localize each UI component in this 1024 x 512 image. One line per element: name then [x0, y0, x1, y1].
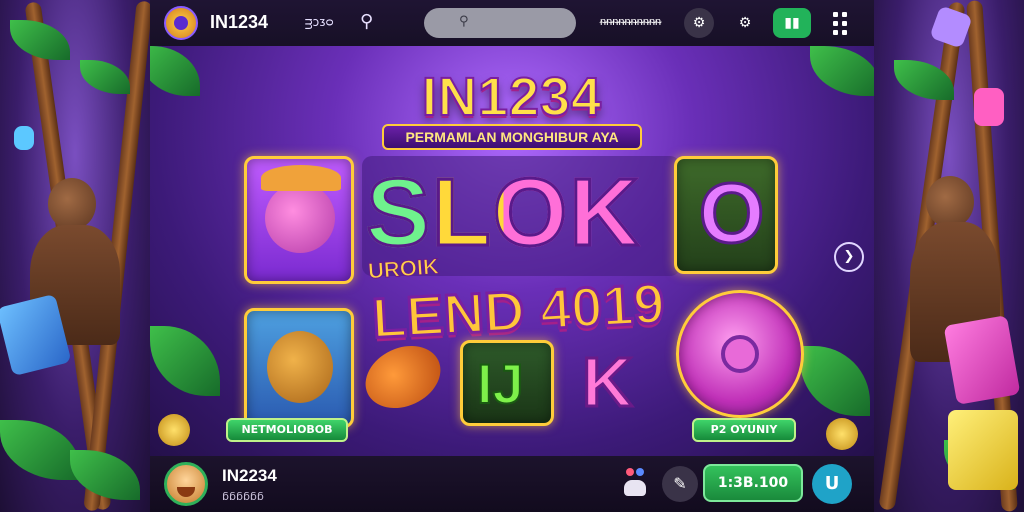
- next-arrow-icon[interactable]: ❯: [834, 242, 864, 272]
- game-stage: IN1234 PERMAMLAN MONGHIBUR AYA SLOK O UR…: [150, 46, 874, 456]
- search-icon: ⚲: [459, 14, 469, 29]
- logo-icon[interactable]: [164, 6, 198, 40]
- left-symbol-label: NETMOLIOBOB: [226, 418, 348, 442]
- right-decor-panel: [874, 0, 1024, 512]
- small-gem-icon: [14, 126, 34, 150]
- brand-name: IN1234: [210, 12, 269, 32]
- monster-icon: [265, 183, 335, 253]
- fish-creature-icon: [267, 331, 333, 403]
- avatar[interactable]: [164, 462, 208, 506]
- leaf: [10, 20, 70, 60]
- right-symbol-label: P2 OYUNIY: [692, 418, 796, 442]
- symbol-tile-o[interactable]: O: [674, 156, 778, 274]
- player-name: IN2234: [222, 466, 277, 485]
- game-subtitle: PERMAMLAN MONGHIBUR AYA: [382, 124, 642, 150]
- leaf: [150, 326, 220, 396]
- user-label[interactable]: ᵰᵰᵰᵰᵰᵰᵰᵰᵰᵰ: [600, 15, 661, 28]
- top-bar: IN1234 ᴟᴐᴣᴑ ⚲ ⚲ ᵰᵰᵰᵰᵰᵰᵰᵰᵰᵰ ⚙ ⚙ ▮▮: [150, 0, 874, 46]
- symbol-tile-monster[interactable]: [244, 156, 354, 284]
- symbol-tile-ij[interactable]: IJ: [460, 340, 554, 426]
- leaf: [800, 346, 870, 416]
- symbol-letter-k: K: [581, 342, 635, 423]
- language-label[interactable]: ᴟᴐᴣᴑ: [305, 15, 334, 29]
- coin-icon: [826, 418, 858, 450]
- bottom-bar: IN2234 ᵷᵷᵷᵷᵷᵷ ✎ 1:3B.100 U: [150, 456, 874, 512]
- symbol-tile-fish[interactable]: [244, 308, 354, 428]
- wallet-button[interactable]: ▮▮: [773, 8, 811, 38]
- reel-letters: SLOK: [365, 158, 641, 268]
- symbol-letter-o: O: [697, 165, 765, 262]
- pink-gem-icon: [974, 88, 1004, 126]
- search-icon[interactable]: ⚲: [360, 12, 380, 32]
- player-subtext: ᵷᵷᵷᵷᵷᵷ: [222, 488, 264, 501]
- balance-button[interactable]: 1:3B.100: [703, 464, 803, 502]
- edit-icon[interactable]: ✎: [662, 466, 698, 502]
- coin-icon: [158, 414, 190, 446]
- pink-block-icon: [943, 315, 1021, 405]
- symbol-letter-ij: IJ: [476, 351, 525, 416]
- hat-icon: [261, 165, 341, 191]
- win-banner: LEND 4019: [369, 270, 667, 351]
- profile-button[interactable]: U: [812, 464, 852, 504]
- settings-icon[interactable]: ⚙: [730, 8, 760, 38]
- chat-icon[interactable]: [622, 468, 648, 498]
- bonus-orb-icon[interactable]: [676, 290, 804, 418]
- yellow-block-icon: [948, 410, 1018, 490]
- left-decor-panel: [0, 0, 150, 512]
- game-title: IN1234: [421, 66, 603, 128]
- leaf: [70, 450, 140, 500]
- leaf: [80, 60, 130, 94]
- banner-top-text: UROIK: [367, 253, 440, 284]
- search-input[interactable]: ⚲: [424, 8, 576, 38]
- orb-center-icon: [721, 335, 759, 373]
- grid-menu-icon[interactable]: [833, 12, 855, 35]
- leaf: [0, 420, 80, 480]
- character-head: [48, 178, 96, 230]
- character-head: [926, 176, 974, 228]
- shop-icon[interactable]: ⚙: [684, 8, 714, 38]
